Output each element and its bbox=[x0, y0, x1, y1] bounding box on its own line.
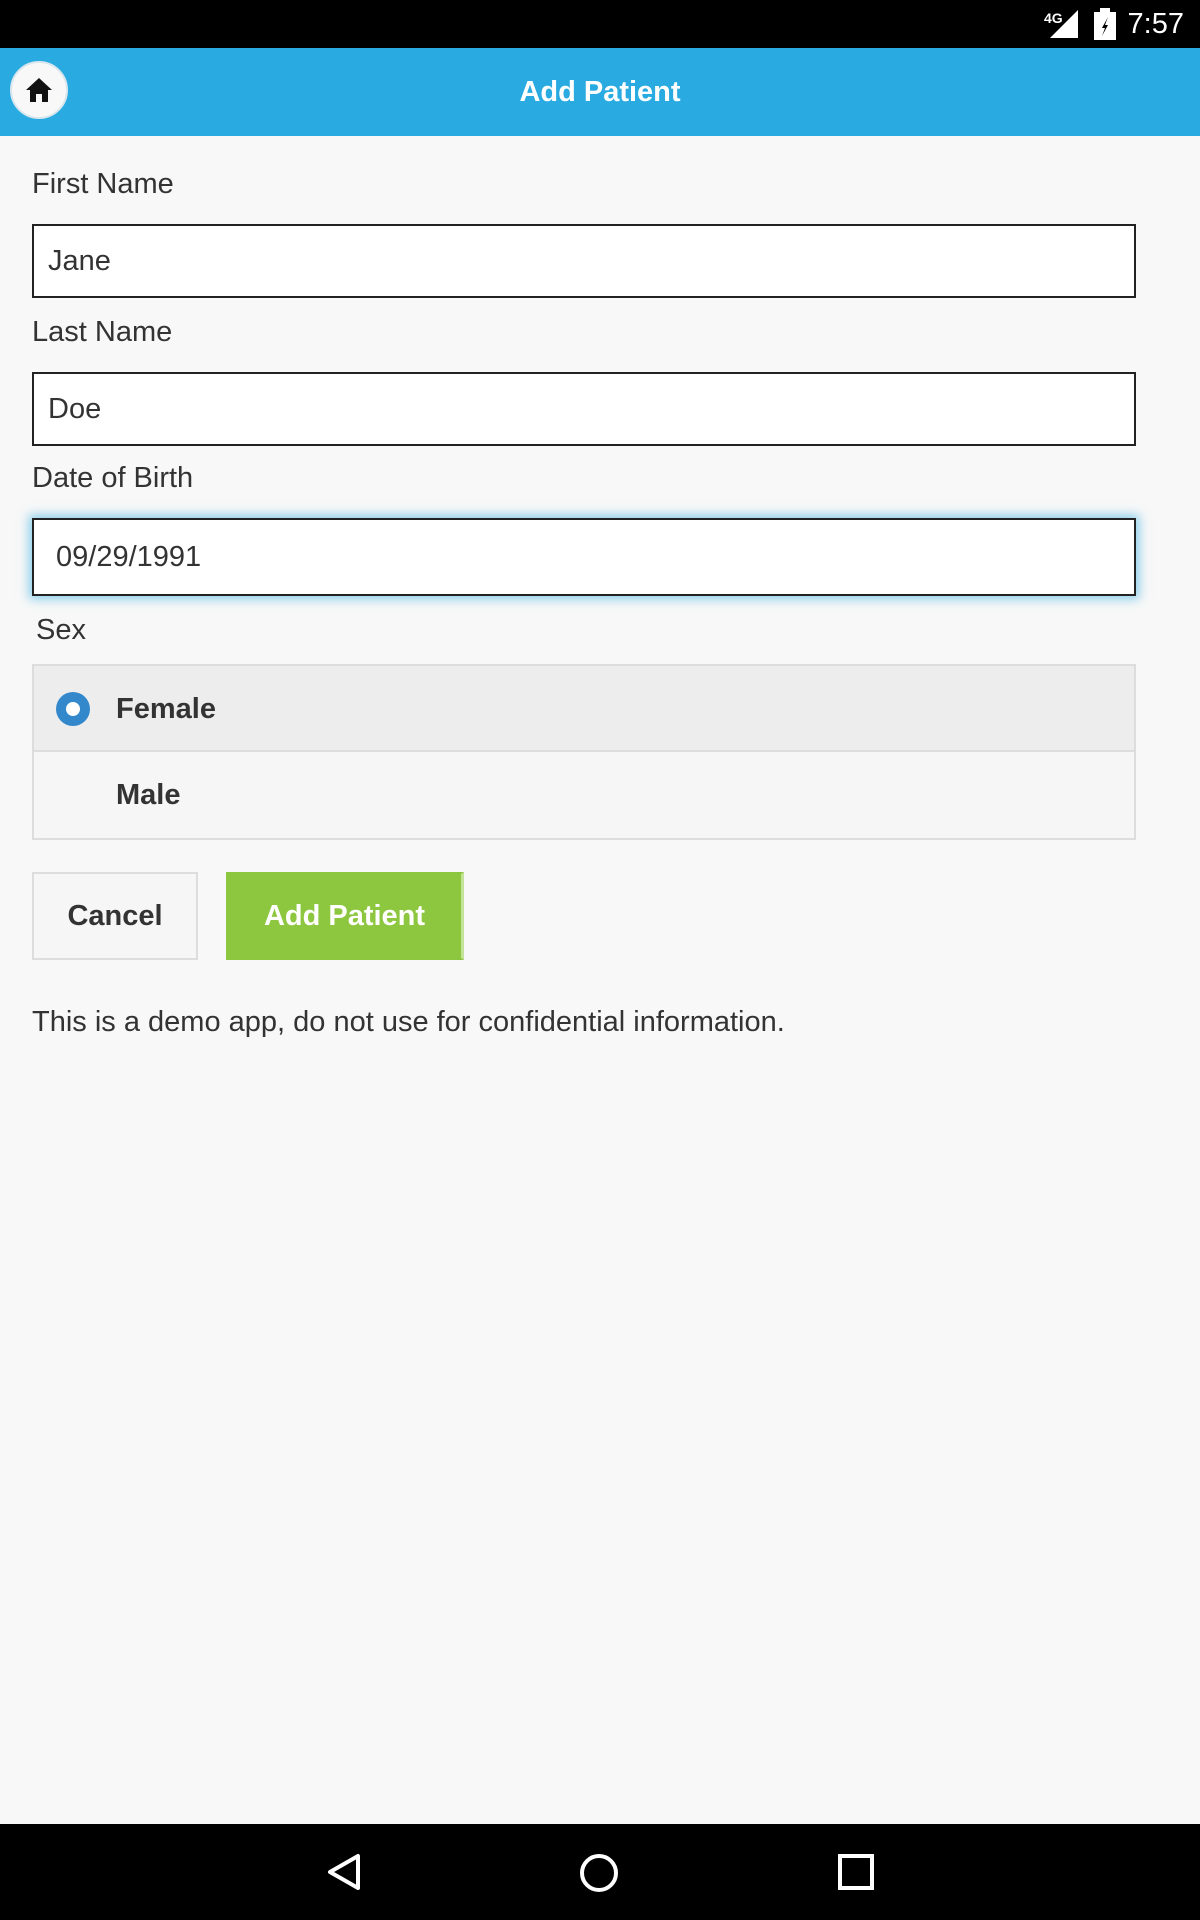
date-of-birth-field[interactable]: 09/29/1991 bbox=[32, 518, 1136, 596]
first-name-label: First Name bbox=[32, 168, 174, 200]
status-clock: 7:57 bbox=[1127, 8, 1184, 40]
radio-option-female[interactable]: Female bbox=[34, 666, 1134, 752]
app-header: Add Patient bbox=[0, 48, 1200, 136]
home-circle-icon[interactable] bbox=[578, 1852, 620, 1894]
system-nav-bar bbox=[0, 1824, 1200, 1920]
disclaimer-text: This is a demo app, do not use for confi… bbox=[32, 1006, 785, 1038]
cancel-button[interactable]: Cancel bbox=[32, 872, 198, 960]
first-name-field[interactable]: Jane bbox=[32, 224, 1136, 298]
home-icon bbox=[26, 78, 52, 102]
sex-radio-group: Female Male bbox=[32, 664, 1136, 840]
radio-option-male[interactable]: Male bbox=[34, 752, 1134, 838]
battery-icon bbox=[1094, 8, 1116, 40]
status-bar: 4G 7:57 bbox=[0, 0, 1200, 48]
sex-label: Sex bbox=[36, 614, 86, 646]
home-button[interactable] bbox=[10, 61, 68, 119]
last-name-field[interactable]: Doe bbox=[32, 372, 1136, 446]
radio-label-female: Female bbox=[116, 693, 216, 725]
recents-icon[interactable] bbox=[836, 1852, 876, 1892]
last-name-label: Last Name bbox=[32, 316, 173, 348]
date-of-birth-label: Date of Birth bbox=[32, 462, 194, 494]
add-patient-button[interactable]: Add Patient bbox=[226, 872, 464, 960]
radio-selected-icon bbox=[56, 692, 90, 726]
page-title: Add Patient bbox=[519, 76, 681, 108]
signal-icon bbox=[1050, 10, 1078, 38]
back-icon[interactable] bbox=[326, 1852, 362, 1892]
radio-label-male: Male bbox=[116, 779, 181, 811]
